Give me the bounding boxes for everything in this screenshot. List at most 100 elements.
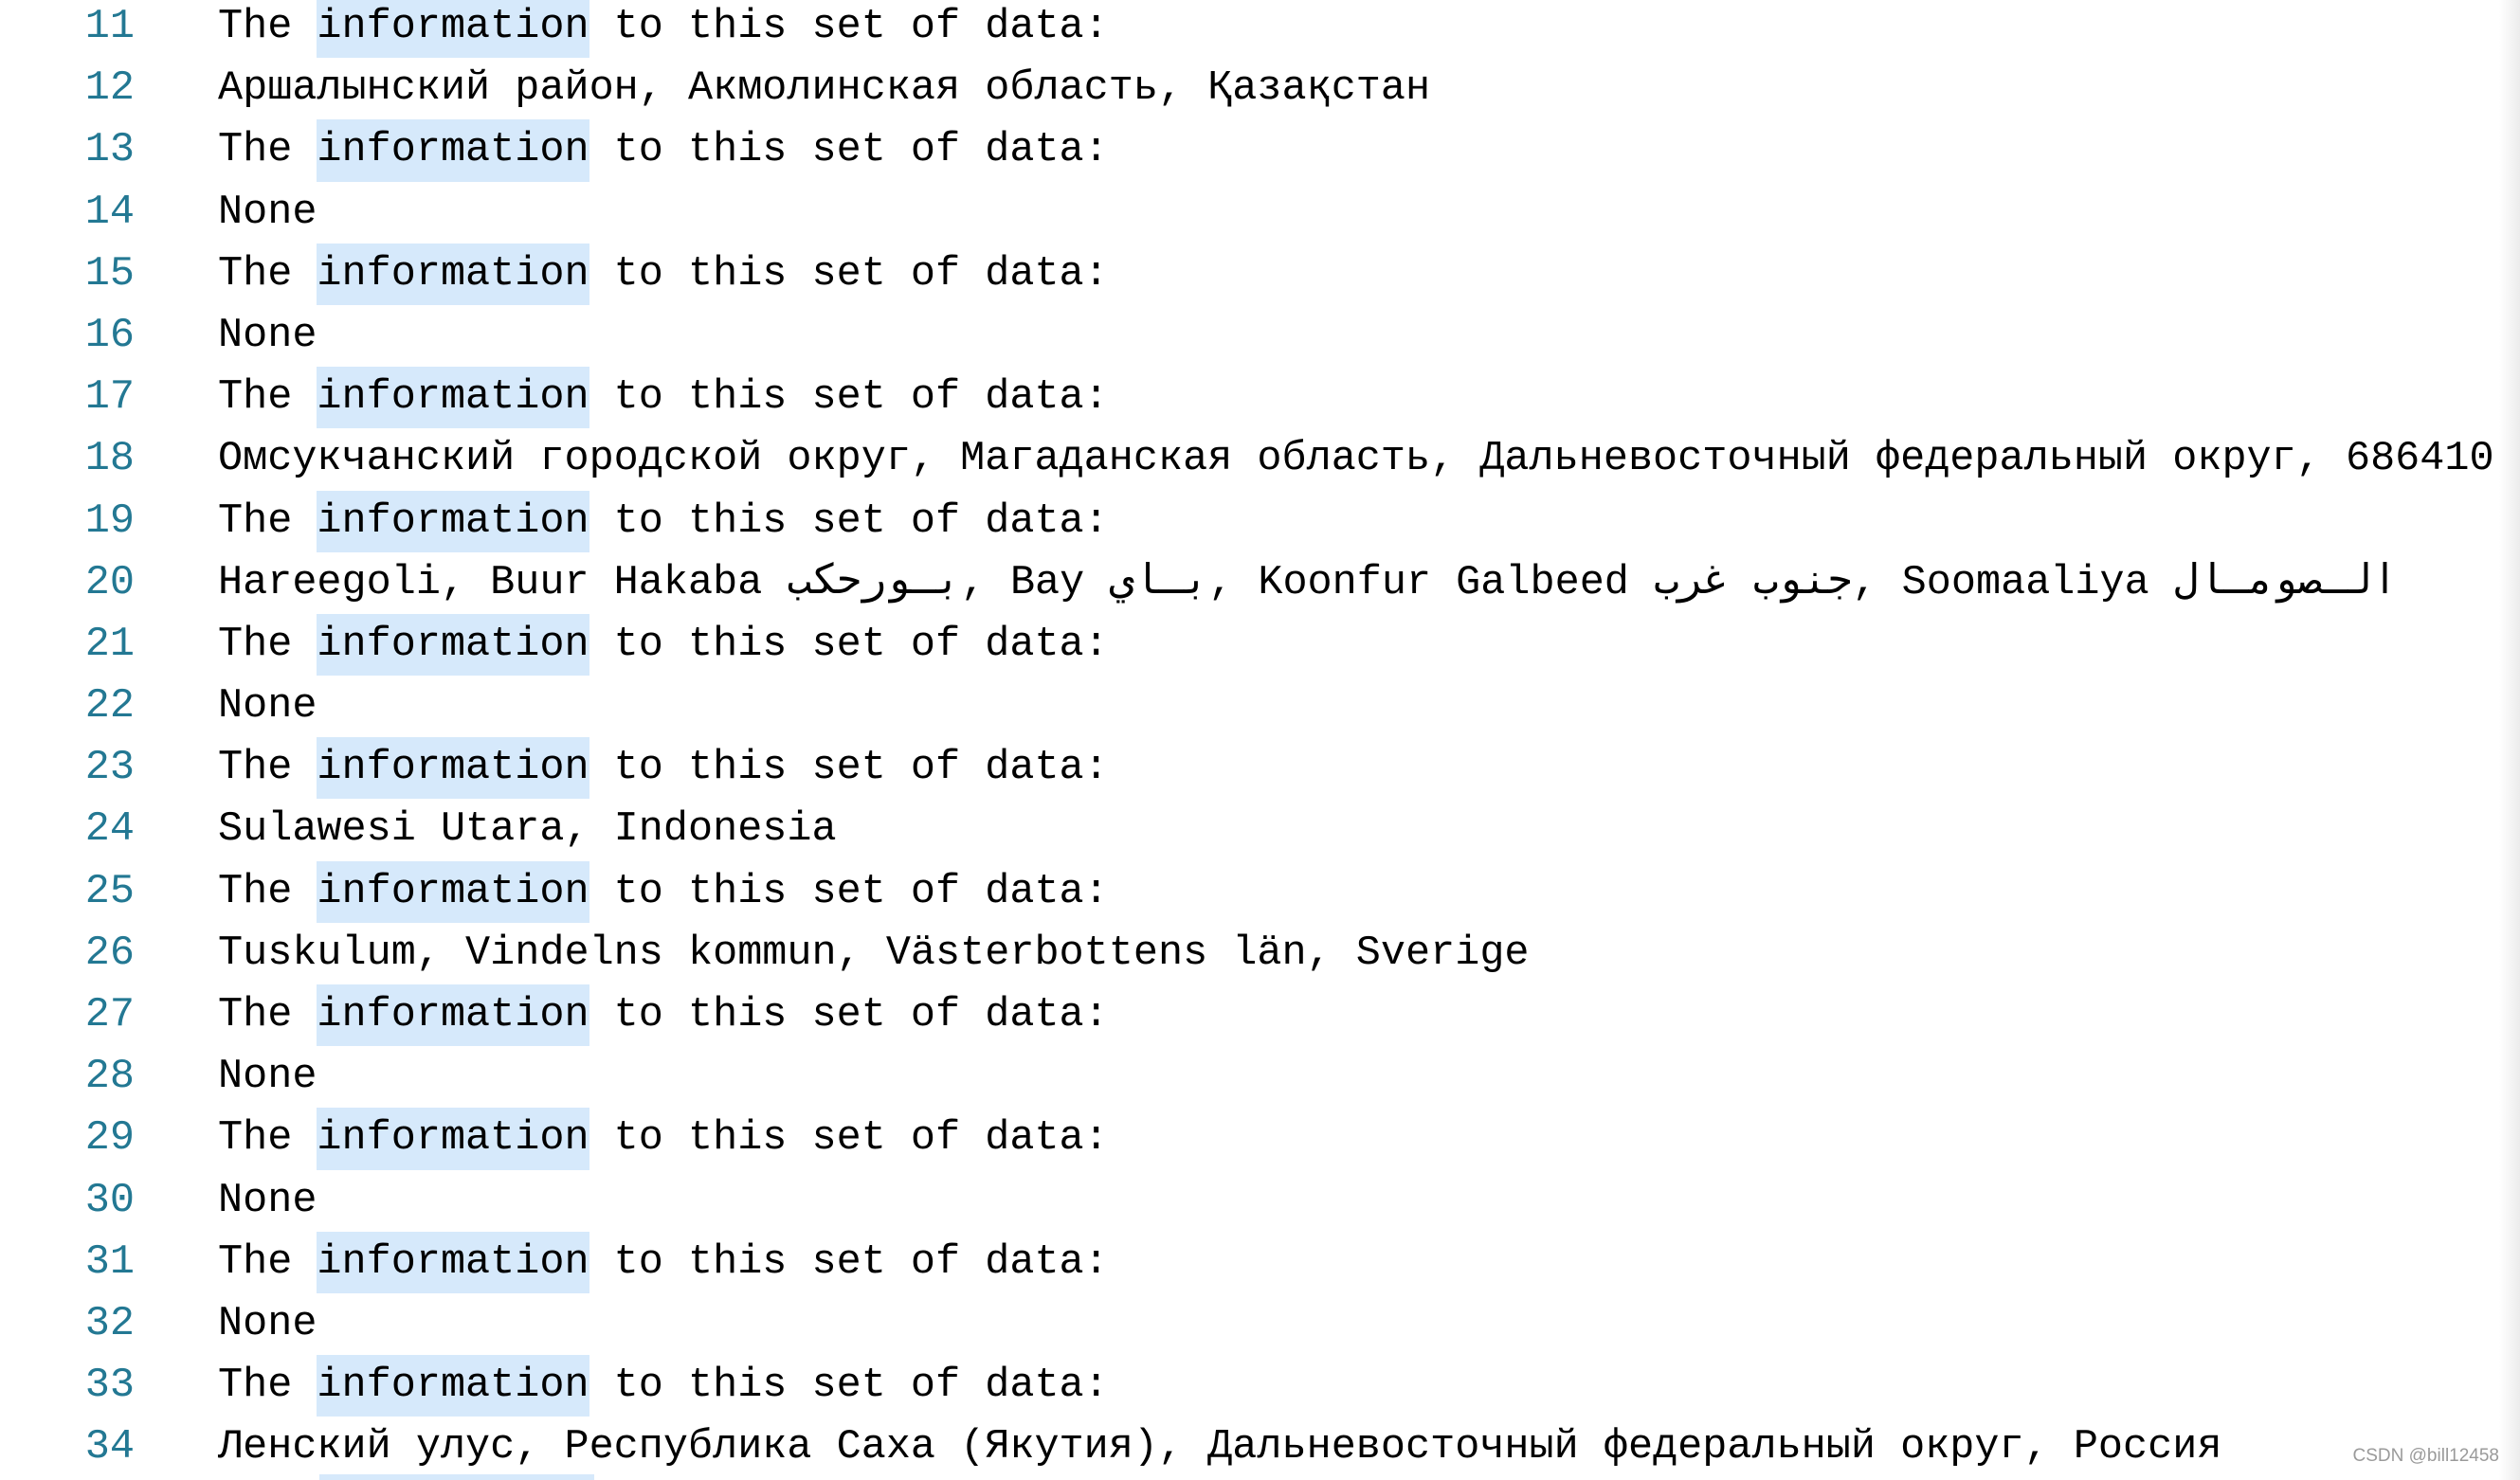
line-content[interactable]: Омсукчанский городской округ, Магаданска… bbox=[218, 428, 2494, 490]
editor-line[interactable]: 14 None bbox=[0, 182, 2520, 244]
editor-line[interactable]: 19 The information to this set of data: bbox=[0, 490, 2520, 552]
line-content[interactable]: The information to this set of data: bbox=[218, 490, 1109, 552]
search-highlight-partial bbox=[319, 1474, 594, 1480]
line-content[interactable]: The information to this set of data: bbox=[218, 1355, 1109, 1417]
editor-line[interactable]: 16 None bbox=[0, 305, 2520, 367]
editor-line[interactable]: 34 Ленский улус, Республика Саха (Якутия)… bbox=[0, 1417, 2520, 1478]
line-text: to this set of data: bbox=[589, 745, 1109, 792]
search-match-highlight: information bbox=[317, 613, 589, 677]
line-content[interactable]: The information to this set of data: bbox=[218, 613, 1109, 677]
line-text: The bbox=[218, 992, 317, 1038]
line-content[interactable]: The information to this set of data: bbox=[218, 860, 1109, 923]
line-number: 28 bbox=[84, 1054, 135, 1101]
editor-line[interactable]: 33 The information to this set of data: bbox=[0, 1355, 2520, 1417]
line-text: The bbox=[218, 4, 317, 50]
line-text: to this set of data: bbox=[589, 250, 1109, 298]
code-lines[interactable]: 11 The information to this set of data: 12… bbox=[0, 0, 2520, 1479]
editor-line[interactable]: 30 None bbox=[0, 1170, 2520, 1232]
line-content[interactable]: Аршалынский район, Акмолинская область, … bbox=[218, 58, 1430, 119]
line-text: to this set of data: bbox=[589, 621, 1109, 668]
search-match-highlight: information bbox=[317, 1108, 589, 1170]
line-content[interactable]: The information to this set of data: bbox=[218, 119, 1109, 182]
line-content[interactable]: The information to this set of data: bbox=[218, 1231, 1109, 1293]
line-number: 12 bbox=[84, 65, 135, 113]
editor-line[interactable]: 12 Аршалынский район, Акмолинская область… bbox=[0, 58, 2520, 119]
editor-line[interactable]: 32 None bbox=[0, 1293, 2520, 1355]
line-text: The bbox=[218, 1363, 317, 1410]
line-content[interactable]: None bbox=[218, 1293, 317, 1355]
line-text: Ленский улус, Республика Саха (Якутия), … bbox=[218, 1424, 2222, 1471]
search-match-highlight: information bbox=[317, 0, 589, 59]
line-text: to this set of data: bbox=[589, 992, 1109, 1038]
line-text: Tuskulum, Vindelns kommun, Västerbottens… bbox=[218, 930, 1530, 977]
line-text: Sulawesi Utara, Indonesia bbox=[218, 806, 837, 854]
line-number: 25 bbox=[84, 868, 135, 915]
line-content[interactable]: The information to this set of data: bbox=[218, 737, 1109, 800]
line-text: The bbox=[218, 250, 317, 298]
line-content[interactable]: None bbox=[218, 305, 317, 367]
line-text: None bbox=[218, 1300, 317, 1347]
editor-line[interactable]: 11 The information to this set of data: bbox=[0, 0, 2520, 59]
line-text: Омсукчанский городской округ, Магаданска… bbox=[218, 436, 2494, 483]
editor-line[interactable]: 27 The information to this set of data: bbox=[0, 984, 2520, 1047]
editor-line[interactable]: 29 The information to this set of data: bbox=[0, 1108, 2520, 1170]
editor-line[interactable]: 13 The information to this set of data: bbox=[0, 119, 2520, 182]
line-number: 34 bbox=[84, 1424, 135, 1471]
line-number: 23 bbox=[84, 745, 135, 792]
search-match-highlight: information bbox=[317, 1231, 589, 1293]
editor-line[interactable]: 26 Tuskulum, Vindelns kommun, Västerbotte… bbox=[0, 923, 2520, 984]
line-text: to this set of data: bbox=[589, 1238, 1109, 1286]
editor-line[interactable]: 18 Омсукчанский городской округ, Магаданс… bbox=[0, 428, 2520, 490]
line-text: The bbox=[218, 868, 317, 915]
line-content[interactable]: None bbox=[218, 676, 317, 737]
editor-line[interactable]: 20 Hareegoli, Buur Hakaba ⁧بـورحكب⁩, Bay … bbox=[0, 552, 2520, 614]
line-number: 27 bbox=[84, 992, 135, 1038]
line-text: The bbox=[218, 497, 317, 545]
line-text: to this set of data: bbox=[589, 868, 1109, 915]
line-number: 18 bbox=[84, 436, 135, 483]
line-text: The bbox=[218, 1238, 317, 1286]
line-text: The bbox=[218, 127, 317, 174]
line-content[interactable]: Hareegoli, Buur Hakaba ⁧بـورحكب⁩, Bay ⁧ب… bbox=[218, 552, 2398, 614]
text-editor[interactable]: 11 The information to this set of data: 12… bbox=[0, 0, 2520, 1480]
search-match-highlight: information bbox=[317, 367, 589, 429]
line-content[interactable]: None bbox=[218, 1046, 317, 1108]
search-match-highlight: information bbox=[317, 119, 589, 182]
editor-line[interactable]: 31 The information to this set of data: bbox=[0, 1231, 2520, 1293]
editor-line[interactable]: 17 The information to this set of data: bbox=[0, 367, 2520, 429]
line-content[interactable]: Ленский улус, Республика Саха (Якутия), … bbox=[218, 1417, 2221, 1478]
line-number: 22 bbox=[84, 683, 135, 731]
line-content[interactable]: Tuskulum, Vindelns kommun, Västerbottens… bbox=[218, 923, 1530, 984]
line-content[interactable]: None bbox=[218, 182, 317, 244]
editor-line[interactable]: 25 The information to this set of data: bbox=[0, 860, 2520, 923]
search-match-highlight: information bbox=[317, 860, 589, 923]
editor-line[interactable]: 24 Sulawesi Utara, Indonesia bbox=[0, 799, 2520, 860]
line-text: Аршалынский район, Акмолинская область, … bbox=[218, 65, 1431, 113]
search-match-highlight: information bbox=[317, 1355, 589, 1417]
line-number: 29 bbox=[84, 1115, 135, 1163]
line-number: 21 bbox=[84, 621, 135, 668]
editor-line[interactable]: 22 None bbox=[0, 676, 2520, 737]
line-number: 17 bbox=[84, 374, 135, 422]
line-text: The bbox=[218, 621, 317, 668]
line-text: to this set of data: bbox=[589, 374, 1109, 422]
line-text: The bbox=[218, 1115, 317, 1163]
editor-line[interactable]: 21 The information to this set of data: bbox=[0, 613, 2520, 677]
line-content[interactable]: The information to this set of data: bbox=[218, 243, 1109, 305]
editor-line[interactable]: 15 The information to this set of data: bbox=[0, 243, 2520, 305]
line-text: None bbox=[218, 189, 317, 236]
line-content[interactable]: Sulawesi Utara, Indonesia bbox=[218, 799, 837, 860]
line-content[interactable]: The information to this set of data: bbox=[218, 0, 1109, 59]
line-text: to this set of data: bbox=[589, 4, 1109, 50]
editor-line[interactable]: 28 None bbox=[0, 1046, 2520, 1108]
line-text: None bbox=[218, 312, 317, 359]
editor-line[interactable]: 23 The information to this set of data: bbox=[0, 737, 2520, 800]
line-content[interactable]: None bbox=[218, 1170, 317, 1232]
line-text: to this set of data: bbox=[589, 1363, 1109, 1410]
line-content[interactable]: The information to this set of data: bbox=[218, 367, 1109, 429]
line-number: 20 bbox=[84, 559, 135, 606]
line-number: 33 bbox=[84, 1363, 135, 1410]
watermark: CSDN @bill12458 bbox=[2352, 1446, 2499, 1466]
line-content[interactable]: The information to this set of data: bbox=[218, 984, 1109, 1047]
line-content[interactable]: The information to this set of data: bbox=[218, 1108, 1109, 1170]
